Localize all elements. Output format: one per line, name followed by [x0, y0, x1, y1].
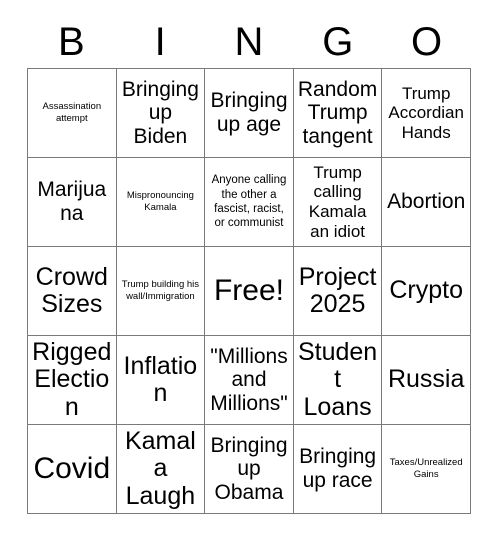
bingo-cell-label: Random Trump tangent: [297, 77, 378, 148]
bingo-cell[interactable]: Mispronouncing Kamala: [116, 158, 206, 247]
bingo-cell-label: Crypto: [389, 276, 463, 305]
bingo-cell-label: Kamala Laugh: [124, 426, 196, 510]
header-letter-g: G: [322, 20, 354, 64]
bingo-cell-label: Mispronouncing Kamala: [126, 190, 194, 213]
bingo-cell-label: Free!: [213, 274, 284, 308]
bingo-cell[interactable]: Project 2025: [293, 247, 383, 336]
bingo-cell[interactable]: Kamala Laugh: [116, 425, 206, 514]
bingo-cell[interactable]: Marijuana: [28, 158, 117, 247]
bingo-cell-label: Taxes/Unrealized Gains: [389, 457, 463, 480]
bingo-cell[interactable]: Trump calling Kamala an idiot: [293, 158, 383, 247]
header-letter-o: O: [411, 20, 443, 64]
bingo-cell-label: Rigged Election: [32, 337, 112, 421]
header-letter-i: I: [154, 20, 166, 64]
bingo-cell[interactable]: Assassination attempt: [28, 69, 117, 158]
bingo-cell-label: Bringing up Obama: [210, 433, 288, 504]
bingo-cell-label: Project 2025: [298, 262, 377, 318]
bingo-cell[interactable]: Crypto: [382, 247, 471, 336]
bingo-cell[interactable]: Anyone calling the other a fascist, raci…: [205, 158, 294, 247]
bingo-cell[interactable]: Bringing up race: [293, 425, 383, 514]
bingo-cell-label: Student Loans: [297, 337, 378, 421]
bingo-cell-label: Abortion: [387, 190, 466, 214]
bingo-cell-label: Trump building his wall/Immigration: [121, 279, 200, 302]
bingo-cell[interactable]: Taxes/Unrealized Gains: [382, 425, 471, 514]
header-letter-b: B: [58, 20, 85, 64]
bingo-cell[interactable]: Bringing up Obama: [205, 425, 294, 514]
bingo-cell-label: Inflation: [123, 351, 198, 407]
bingo-cell-label: "Millions and Millions": [210, 344, 288, 415]
bingo-cell-label: Bringing up age: [210, 89, 288, 136]
bingo-cell-label: Crowd Sizes: [35, 262, 108, 318]
bingo-cell[interactable]: Crowd Sizes: [28, 247, 117, 336]
bingo-cell[interactable]: Random Trump tangent: [293, 69, 383, 158]
bingo-cell[interactable]: Covid: [28, 425, 117, 514]
bingo-cell-label: Trump calling Kamala an idiot: [308, 162, 367, 241]
bingo-cell-label: Assassination attempt: [42, 101, 102, 124]
bingo-grid: Assassination attempt Bringing up Biden Br…: [27, 68, 471, 514]
bingo-cell-label: Marijuana: [37, 178, 107, 225]
bingo-cell-label: Russia: [387, 365, 465, 394]
bingo-cell[interactable]: Student Loans: [293, 336, 383, 425]
bingo-cell[interactable]: Bringing up age: [205, 69, 294, 158]
bingo-cell-label: Bringing up race: [299, 445, 377, 492]
bingo-cell-label: Covid: [33, 452, 111, 486]
bingo-cell[interactable]: Trump building his wall/Immigration: [116, 247, 206, 336]
bingo-cell-label: Trump Accordian Hands: [388, 83, 464, 142]
header-letter-n: N: [234, 20, 264, 64]
bingo-cell[interactable]: Trump Accordian Hands: [382, 69, 471, 158]
bingo-cell-label: Bringing up Biden: [121, 77, 199, 148]
bingo-free-space[interactable]: Free!: [205, 247, 294, 336]
bingo-cell[interactable]: Abortion: [382, 158, 471, 247]
bingo-cell[interactable]: "Millions and Millions": [205, 336, 294, 425]
bingo-header-letters: B I N G O: [27, 18, 471, 66]
bingo-cell-label: Anyone calling the other a fascist, raci…: [211, 174, 287, 230]
bingo-cell[interactable]: Russia: [382, 336, 471, 425]
bingo-cell[interactable]: Rigged Election: [28, 336, 117, 425]
bingo-card: B I N G O Assassination attempt Bringing …: [0, 0, 500, 544]
bingo-cell[interactable]: Bringing up Biden: [116, 69, 206, 158]
bingo-cell[interactable]: Inflation: [116, 336, 206, 425]
